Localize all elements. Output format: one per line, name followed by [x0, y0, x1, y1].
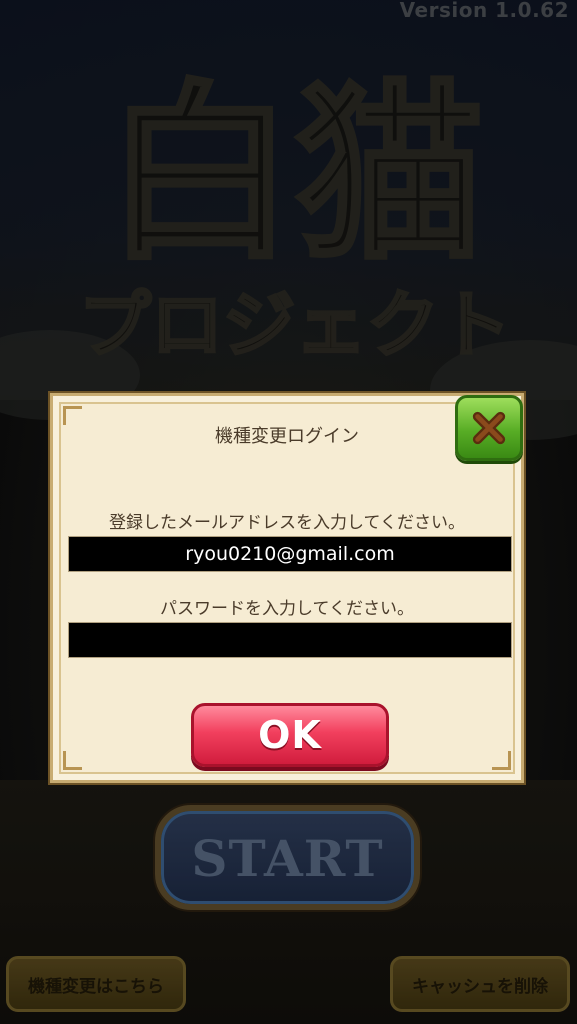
close-button[interactable] — [455, 395, 523, 461]
password-field[interactable] — [68, 622, 512, 658]
email-field[interactable] — [68, 536, 512, 572]
corner-ornament — [492, 751, 511, 770]
dialog-title: 機種変更ログイン — [215, 426, 359, 447]
close-x-icon — [472, 411, 506, 445]
corner-ornament — [63, 751, 82, 770]
email-label: 登録したメールアドレスを入力してください。 — [109, 513, 465, 533]
ok-label: OK — [258, 713, 322, 757]
device-change-login-dialog: 機種変更ログイン 登録したメールアドレスを入力してください。 パスワードを入力し… — [50, 393, 524, 783]
password-label: パスワードを入力してください。 — [160, 599, 414, 619]
ok-button[interactable]: OK — [191, 703, 389, 767]
game-screen: 白猫 プロジェクト Version 1.0.62 START 機種変更はこちら … — [0, 0, 577, 1024]
